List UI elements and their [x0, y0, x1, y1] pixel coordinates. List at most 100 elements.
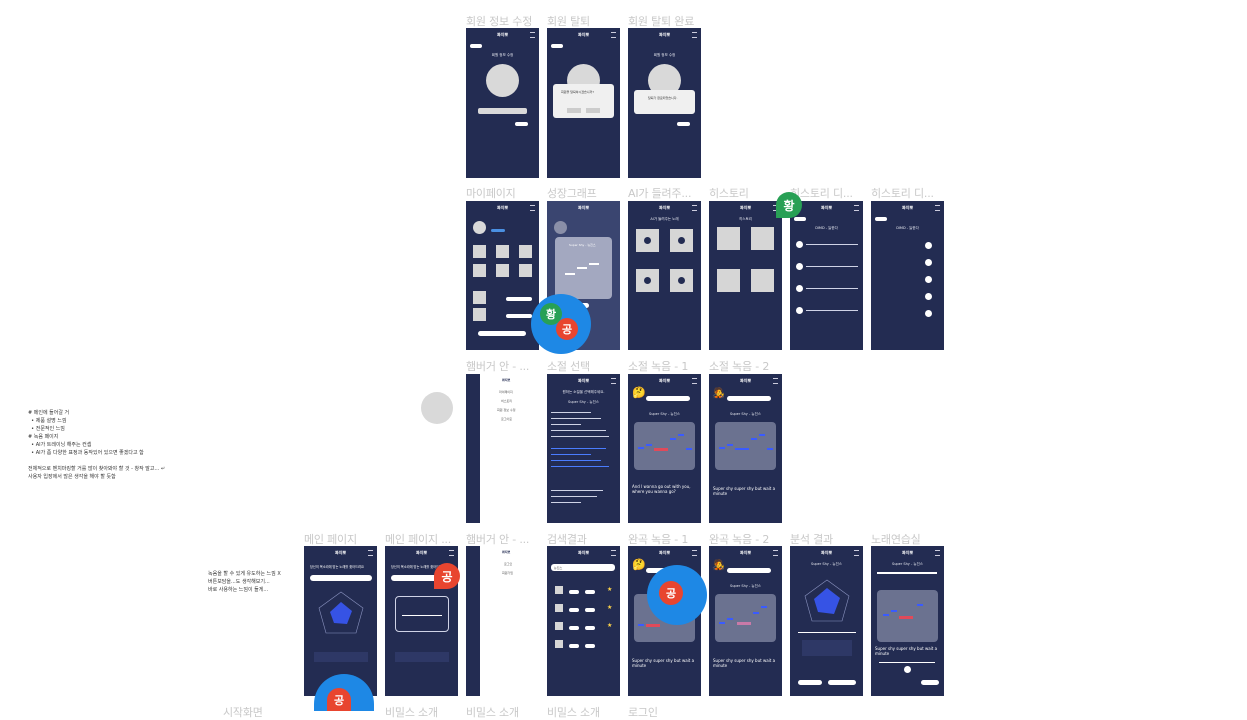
back-button[interactable]	[470, 44, 482, 48]
result-thumb[interactable]	[555, 586, 563, 594]
back-button[interactable]	[794, 217, 806, 221]
progress-bar[interactable]	[806, 310, 858, 311]
frame-label-history-detail-2[interactable]: 히스토리 디...	[871, 185, 934, 201]
lyric-line[interactable]	[551, 430, 606, 431]
play-icon[interactable]	[925, 259, 932, 266]
progress-bar[interactable]	[806, 266, 858, 267]
memo-note[interactable]: # 메인에 들어갈 거 • 제품 설명 느낌 • 전문적인 느낌 # 녹음 페이…	[28, 409, 165, 481]
result-button[interactable]	[585, 608, 595, 612]
play-icon[interactable]	[796, 307, 803, 314]
star-icon[interactable]: ★	[607, 586, 612, 593]
result-button[interactable]	[585, 644, 595, 648]
menu-item-history[interactable]: 히스토리	[501, 399, 512, 403]
lyric-line-selected[interactable]	[551, 454, 591, 455]
frame-label-main-page[interactable]: 메인 페이지	[304, 531, 357, 547]
screen-history[interactable]: 콰지뽀 히스토리	[709, 201, 782, 350]
play-icon[interactable]	[644, 277, 651, 284]
frame-label-singing-practice[interactable]: 노래연습실	[871, 531, 921, 547]
growth-graph-button[interactable]	[478, 331, 526, 336]
menu-icon[interactable]	[611, 32, 616, 38]
back-button[interactable]	[875, 217, 887, 221]
frame-label-growth-graph[interactable]: 성장그래프	[547, 185, 597, 201]
ok-button[interactable]	[677, 122, 690, 126]
memo-note-2[interactable]: 녹음을 할 수 있게 유도하는 느낌 X 버튼보담을...도 생각해보기... …	[208, 570, 281, 594]
menu-icon[interactable]	[692, 550, 697, 556]
song-thumb[interactable]	[496, 245, 509, 258]
record-thumb[interactable]	[473, 308, 486, 321]
history-card[interactable]	[751, 227, 774, 250]
menu-icon[interactable]	[692, 205, 697, 211]
frame-label-hamburger-2[interactable]: 햄버거 안 - ...	[466, 531, 529, 547]
section-slider[interactable]	[877, 572, 937, 574]
result-button[interactable]	[569, 608, 579, 612]
frame-label-intro-1[interactable]: 비밀스 소개	[385, 704, 438, 720]
screen-ai-recommend[interactable]: 콰지뽀 AI가 들려주는 노래	[628, 201, 701, 350]
cancel-button[interactable]	[567, 108, 581, 113]
play-icon[interactable]	[796, 263, 803, 270]
history-card[interactable]	[751, 269, 774, 292]
frame-label-ai-recommend[interactable]: AI가 들려주...	[628, 185, 691, 201]
frame-label-bar-record-2[interactable]: 소절 녹음 - 2	[709, 358, 769, 374]
lyric-line[interactable]	[551, 502, 581, 503]
screen-analysis-result[interactable]: 콰지뽀 Super Shy - 뉴진스	[790, 546, 863, 696]
menu-icon[interactable]	[449, 550, 454, 556]
result-thumb[interactable]	[555, 604, 563, 612]
song-thumb[interactable]	[519, 264, 532, 277]
frame-label-history[interactable]: 히스토리	[709, 185, 749, 201]
screen-member-leave[interactable]: 콰지뽀 회원을 탈퇴하시겠습니까?	[547, 28, 620, 178]
lyric-line[interactable]	[551, 424, 581, 425]
progress-bar[interactable]	[806, 244, 858, 245]
menu-icon[interactable]	[530, 32, 535, 38]
play-button[interactable]	[506, 314, 532, 318]
screen-history-detail-2[interactable]: 콰지뽀 DIMD - 늘한다	[871, 201, 944, 350]
screen-search-result[interactable]: 콰지뽀 뉴진스 ★ ★ ★	[547, 546, 620, 696]
profile-avatar[interactable]	[486, 64, 519, 97]
menu-icon[interactable]	[854, 205, 859, 211]
play-icon[interactable]	[678, 277, 685, 284]
frame-label-hamburger-1[interactable]: 햄버거 안 - ...	[466, 358, 529, 374]
screen-member-edit[interactable]: 콰지뽀 회원 정보 수정	[466, 28, 539, 178]
history-card[interactable]	[717, 227, 740, 250]
nickname-field[interactable]	[478, 108, 527, 114]
menu-item-edit[interactable]: 회원 정보 수정	[497, 408, 515, 412]
practice-button[interactable]	[828, 680, 856, 685]
menu-item-logout[interactable]: 로그아웃	[501, 417, 512, 421]
frame-label-member-leave[interactable]: 회원 탈퇴	[547, 13, 590, 29]
history-card[interactable]	[717, 269, 740, 292]
pause-icon[interactable]	[925, 242, 932, 249]
frame-label-main-page-2[interactable]: 메인 페이지 ...	[385, 531, 451, 547]
menu-item-login[interactable]: 로그인	[504, 562, 512, 566]
star-icon[interactable]: ★	[607, 622, 612, 629]
frame-label-song-select[interactable]: 소절 선택	[547, 358, 590, 374]
result-button[interactable]	[585, 590, 595, 594]
menu-item-signup[interactable]: 회원가입	[502, 571, 513, 575]
frame-label-login[interactable]: 로그인	[628, 704, 658, 720]
play-icon[interactable]	[796, 285, 803, 292]
result-button[interactable]	[569, 644, 579, 648]
frame-label-full-record-1[interactable]: 완곡 녹음 - 1	[628, 531, 688, 547]
screen-bar-record-1[interactable]: 콰지뽀 🤔 Super Shy - 뉴진스 And I wanna go out…	[628, 374, 701, 523]
lyric-line[interactable]	[551, 412, 591, 413]
result-thumb[interactable]	[555, 640, 563, 648]
progress-bar[interactable]	[879, 662, 935, 663]
menu-icon[interactable]	[611, 550, 616, 556]
frame-label-bar-record-1[interactable]: 소절 녹음 - 1	[628, 358, 688, 374]
play-icon[interactable]	[925, 293, 932, 300]
song-thumb[interactable]	[519, 245, 532, 258]
play-icon[interactable]	[678, 237, 685, 244]
menu-icon[interactable]	[773, 378, 778, 384]
screen-singing-practice[interactable]: 콰지뽀 Super Shy - 뉴진스 Super shy super shy …	[871, 546, 944, 696]
pause-icon[interactable]	[644, 237, 651, 244]
screen-history-detail-1[interactable]: 콰지뽀 DIMD - 늘한다	[790, 201, 863, 350]
result-button[interactable]	[569, 626, 579, 630]
screen-member-leave-done[interactable]: 콰지뽀 회원 정보 수정 탈퇴가 완료되었습니다.	[628, 28, 701, 178]
save-button[interactable]	[515, 122, 528, 126]
screen-full-record-2[interactable]: 콰지뽀 🧑‍🎤 Super Shy - 뉴진스 Super shy super …	[709, 546, 782, 696]
pause-icon[interactable]	[796, 241, 803, 248]
frame-label-full-record-2[interactable]: 완곡 녹음 - 2	[709, 531, 769, 547]
retry-button[interactable]	[798, 680, 822, 685]
lyric-line[interactable]	[551, 490, 603, 491]
frame-label-mypage[interactable]: 마이페이지	[466, 185, 516, 201]
lyric-line[interactable]	[551, 418, 601, 419]
frame-label-analysis-result[interactable]: 분석 결과	[790, 531, 833, 547]
